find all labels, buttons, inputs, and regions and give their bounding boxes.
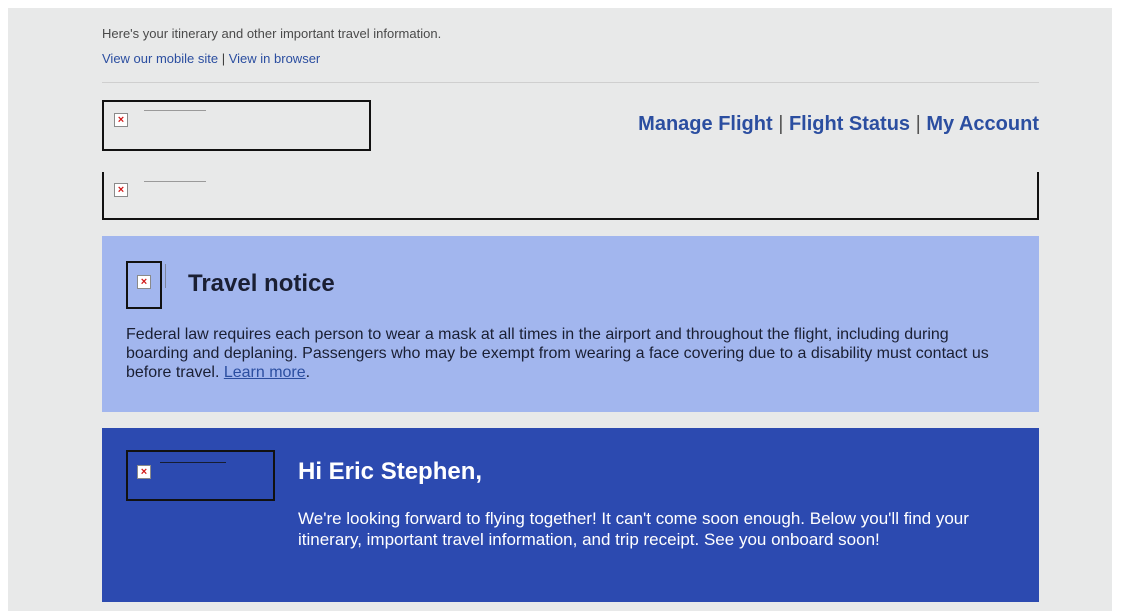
- travel-notice-title: Travel notice: [188, 270, 335, 297]
- nav-separator: |: [778, 113, 784, 135]
- logo-image-broken: [102, 100, 371, 151]
- broken-image-alt-text: [165, 264, 166, 288]
- broken-image-icon: ×: [114, 113, 128, 127]
- broken-image-icon: ×: [137, 465, 151, 479]
- my-account-link[interactable]: My Account: [926, 113, 1039, 135]
- greeting-title: Hi Eric Stephen,: [298, 458, 483, 485]
- view-links: View our mobile site | View in browser: [102, 51, 320, 66]
- travel-notice-trailing: .: [305, 364, 311, 381]
- travel-notice-panel: [102, 236, 1039, 412]
- broken-image-icon: ×: [137, 275, 151, 289]
- mobile-site-link[interactable]: View our mobile site: [102, 51, 218, 66]
- broken-image-alt-text: [144, 110, 206, 111]
- banner-image-broken: [102, 172, 1039, 220]
- view-links-separator: |: [221, 51, 226, 66]
- nav-separator: |: [915, 113, 921, 135]
- broken-image-alt-text: [144, 181, 206, 182]
- header-divider: [102, 82, 1039, 83]
- learn-more-link[interactable]: Learn more: [224, 364, 306, 381]
- greeting-body: We're looking forward to flying together…: [298, 509, 969, 549]
- flight-status-link[interactable]: Flight Status: [789, 113, 910, 135]
- broken-image-icon: ×: [114, 183, 128, 197]
- view-in-browser-link[interactable]: View in browser: [229, 51, 321, 66]
- manage-flight-link[interactable]: Manage Flight: [638, 113, 772, 135]
- preheader-text: Here's your itinerary and other importan…: [102, 26, 442, 41]
- broken-image-alt-text: [160, 462, 226, 463]
- top-nav: Manage Flight | Flight Status | My Accou…: [600, 113, 1039, 136]
- travel-notice-body: Federal law requires each person to wear…: [126, 325, 1006, 382]
